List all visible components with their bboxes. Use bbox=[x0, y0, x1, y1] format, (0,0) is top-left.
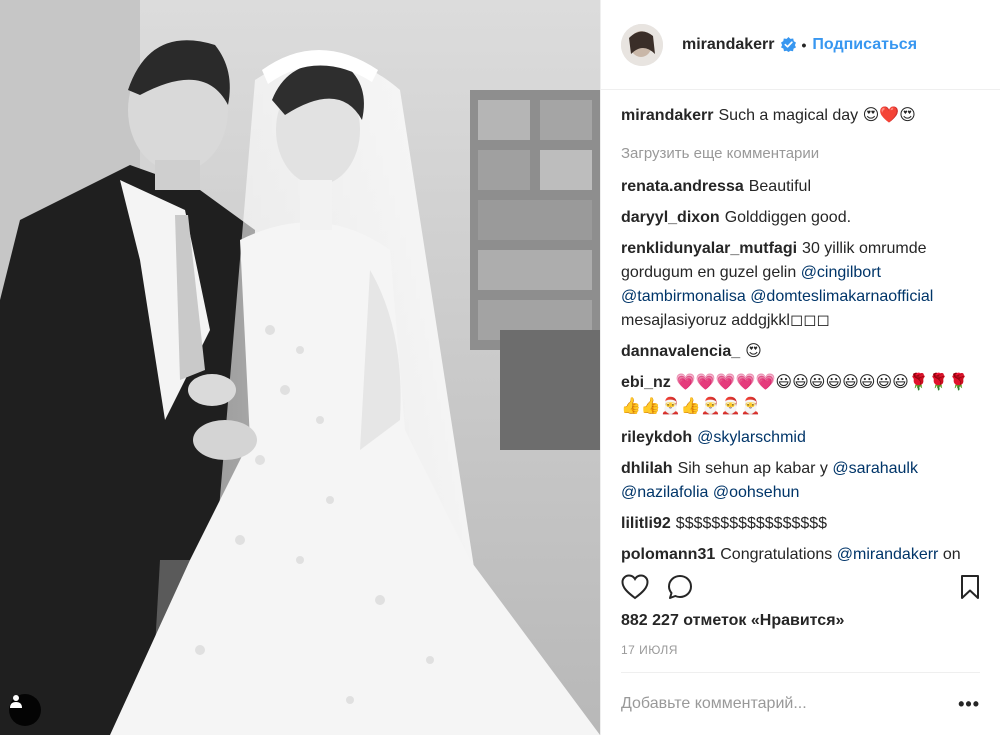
comment-username[interactable]: dhlilah bbox=[621, 460, 673, 477]
comment-text: Beautiful bbox=[748, 178, 811, 195]
likes-count[interactable]: 882 227 отметок «Нравится» bbox=[621, 612, 844, 630]
comment-item: renata.andressa Beautiful bbox=[621, 175, 981, 199]
wedding-photo-illustration bbox=[0, 0, 600, 735]
comment-username[interactable]: rileykdoh bbox=[621, 429, 692, 446]
bookmark-outline-icon[interactable] bbox=[960, 574, 980, 600]
comment-mention[interactable]: @tambirmonalisa bbox=[621, 288, 746, 305]
avatar-image bbox=[621, 23, 663, 66]
post-header: mirandakerr • Подписаться bbox=[601, 0, 1000, 90]
post-side-panel: mirandakerr • Подписаться mirandakerr Suc… bbox=[600, 0, 1000, 735]
more-options-button[interactable]: ••• bbox=[958, 694, 980, 715]
comment-username[interactable]: daryyl_dixon bbox=[621, 209, 720, 226]
post-date[interactable]: 17 июля bbox=[621, 643, 678, 657]
comment-username[interactable]: renata.andressa bbox=[621, 178, 744, 195]
post-photo[interactable] bbox=[0, 0, 600, 735]
follow-button[interactable]: Подписаться bbox=[812, 36, 917, 54]
avatar[interactable] bbox=[621, 23, 663, 66]
comment-item: ebi_nz 💗💗💗💗💗😃😃😃😃😃😃😃😃🌹🌹🌹👍👍🎅👍🎅🎅🎅 bbox=[621, 371, 981, 419]
comment-text: Golddiggen good. bbox=[724, 209, 852, 226]
comment-mention[interactable]: @nazilafolia bbox=[621, 484, 708, 501]
header-separator: • bbox=[801, 36, 807, 53]
add-comment-bar: ••• bbox=[621, 672, 980, 735]
comment-username[interactable]: polomann31 bbox=[621, 546, 715, 563]
heart-outline-icon[interactable] bbox=[621, 574, 649, 600]
comment-mention[interactable]: @oohsehun bbox=[713, 484, 800, 501]
comment-item: renklidunyalar_mutfagi 30 yillik omrumde … bbox=[621, 237, 981, 333]
comment-mention[interactable]: @domteslimakarnaofficial bbox=[750, 288, 933, 305]
comment-input[interactable] bbox=[621, 695, 959, 713]
comment-bubble-icon[interactable] bbox=[667, 574, 693, 600]
comment-text: 😍 bbox=[745, 343, 762, 360]
comment-mention[interactable]: @sarahaulk bbox=[832, 460, 918, 477]
comment-mention[interactable]: @cingilbort bbox=[801, 264, 881, 281]
comment-username[interactable]: lilitli92 bbox=[621, 515, 671, 532]
comment-text: $$$$$$$$$$$$$$$$$ bbox=[675, 515, 828, 532]
load-more-comments-button[interactable]: Загрузить еще комментарии bbox=[621, 142, 981, 166]
comment-mention[interactable]: @mirandakerr bbox=[837, 546, 939, 563]
comment-item: lilitli92 $$$$$$$$$$$$$$$$$ bbox=[621, 512, 981, 536]
post-container: mirandakerr • Подписаться mirandakerr Suc… bbox=[0, 0, 1000, 735]
caption-username[interactable]: mirandakerr bbox=[621, 107, 714, 124]
verified-badge-icon bbox=[780, 37, 796, 52]
post-actions bbox=[621, 570, 980, 604]
comment-mention[interactable]: @skylarschmid bbox=[697, 429, 806, 446]
caption-text: Such a magical day 😍❤️😍 bbox=[718, 107, 916, 124]
comment-item: dannavalencia_ 😍 bbox=[621, 340, 981, 364]
comment-text: Congratulations bbox=[720, 546, 833, 563]
comment-text: Sih sehun ap kabar y bbox=[677, 460, 828, 477]
comment-text: 💗💗💗💗💗😃😃😃😃😃😃😃😃🌹🌹🌹👍👍🎅👍🎅🎅🎅 bbox=[621, 374, 969, 415]
comment-item: polomann31 Congratulations @mirandakerr o… bbox=[621, 543, 981, 564]
comment-username[interactable]: dannavalencia_ bbox=[621, 343, 740, 360]
comment-username[interactable]: ebi_nz bbox=[621, 374, 671, 391]
comment-username[interactable]: renklidunyalar_mutfagi bbox=[621, 240, 797, 257]
comment-item: rileykdoh @skylarschmid bbox=[621, 426, 981, 450]
post-caption: mirandakerr Such a magical day 😍❤️😍 bbox=[621, 104, 981, 128]
user-icon bbox=[10, 695, 22, 708]
author-username[interactable]: mirandakerr bbox=[682, 36, 775, 54]
comment-item: daryyl_dixon Golddiggen good. bbox=[621, 206, 981, 230]
comments-list: mirandakerr Such a magical day 😍❤️😍 Загру… bbox=[621, 104, 981, 564]
comment-text-tail: mesajlasiyoruz addgjkkl◻◻◻ bbox=[621, 312, 830, 329]
comment-item: dhlilah Sih sehun ap kabar y @sarahaulk @… bbox=[621, 457, 981, 505]
tagged-users-button[interactable] bbox=[9, 694, 41, 726]
